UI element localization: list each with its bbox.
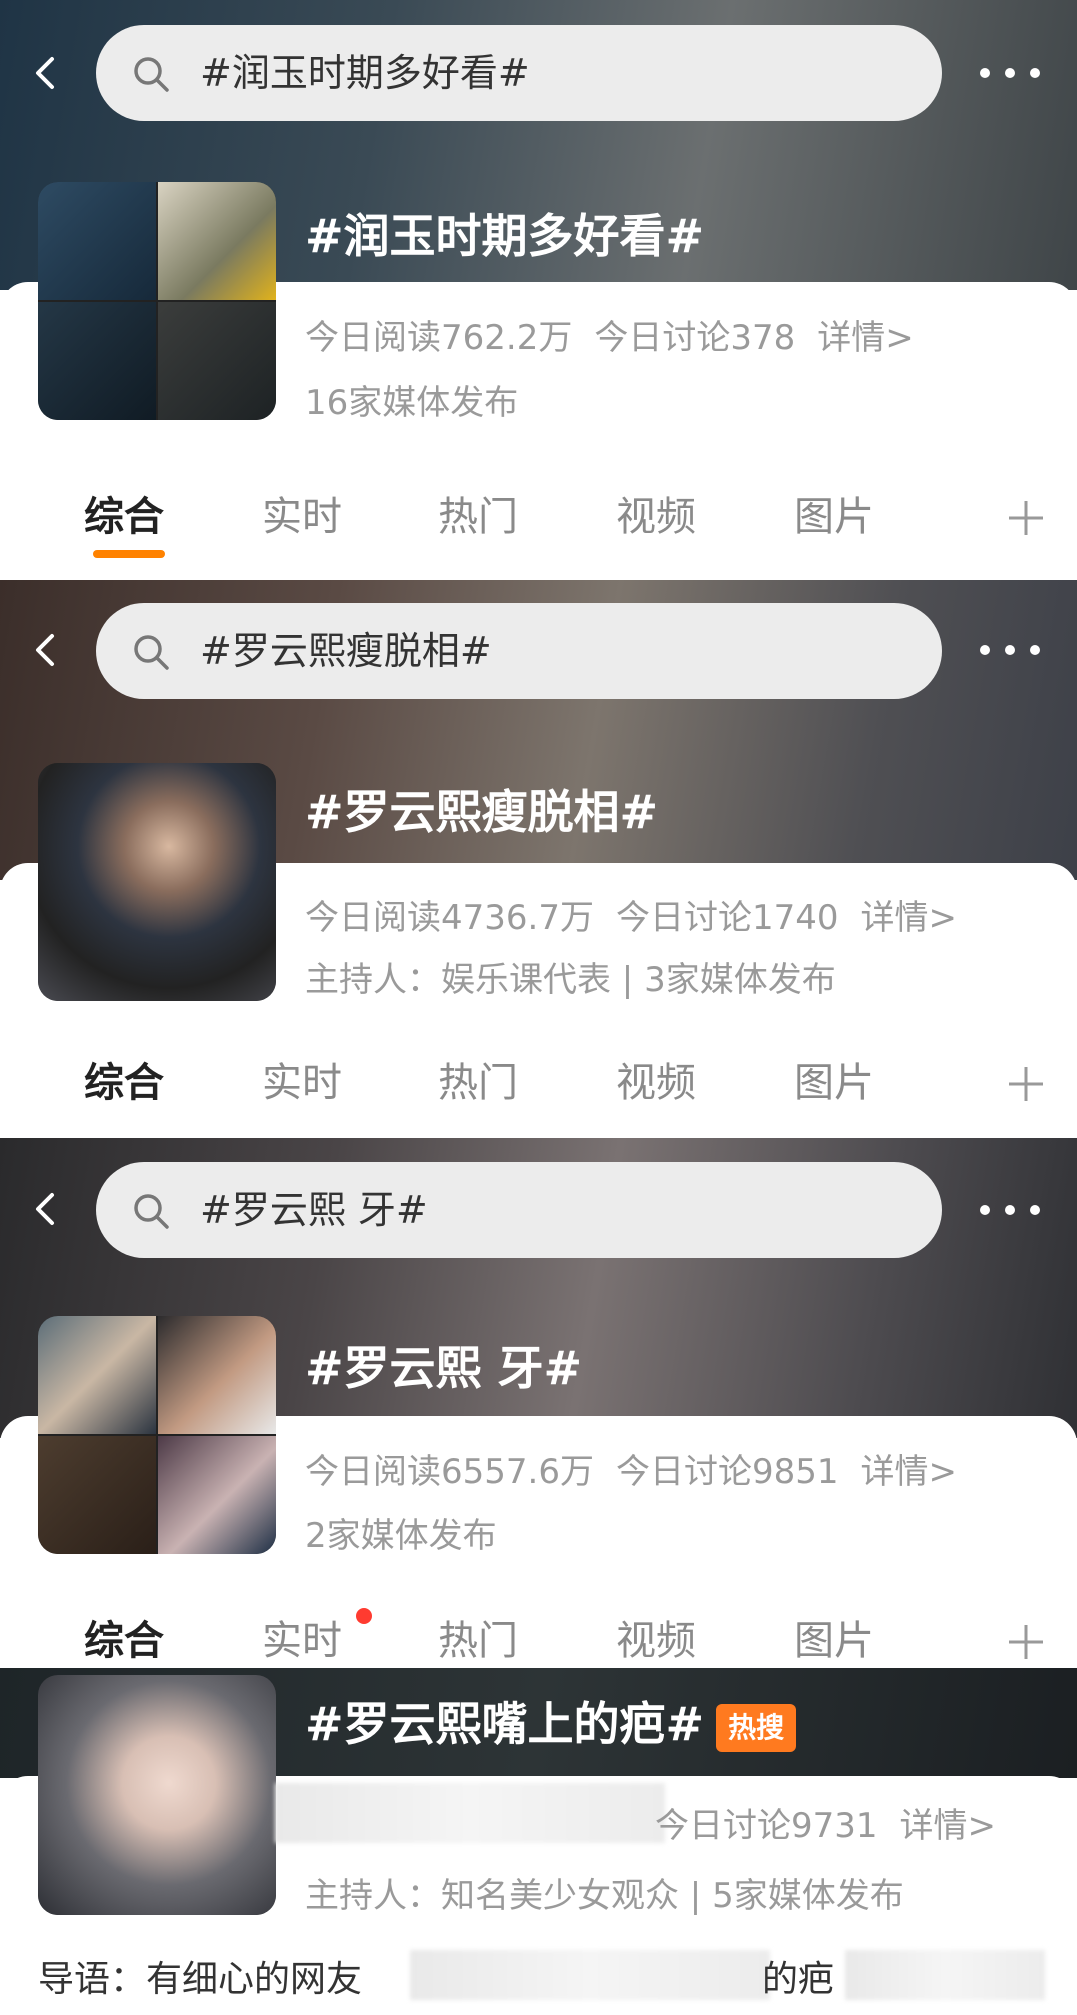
topic-thumbnail[interactable] [38, 1675, 276, 1915]
search-icon [134, 635, 169, 670]
thumb-image-1 [38, 1675, 276, 1915]
tab-hot[interactable]: 热门 [438, 1028, 518, 1138]
thumb-image-3 [38, 302, 156, 420]
host-media-info: 主持人：知名美少女观众 | 5家媒体发布 [305, 1876, 904, 1916]
topic-title-text: #罗云熙嘴上的疤# [305, 1697, 705, 1751]
search-input[interactable]: #罗云熙瘦脱相# [96, 603, 942, 699]
discussion-count: 今日讨论9851 [615, 1452, 839, 1492]
tab-hot[interactable]: 热门 [438, 462, 518, 572]
thumb-image-1 [38, 182, 156, 300]
search-query: #罗云熙 牙# [200, 1188, 428, 1232]
search-icon [134, 1194, 169, 1229]
media-info: 2家媒体发布 [305, 1516, 497, 1556]
plus-icon[interactable] [1007, 1065, 1045, 1103]
topic-title: #罗云熙嘴上的疤# 热搜 [305, 1688, 797, 1754]
topic-title: #罗云熙 牙# [305, 1341, 583, 1395]
tab-video[interactable]: 视频 [616, 1028, 696, 1138]
watermark-blur [845, 1950, 1045, 2000]
notification-dot [356, 1608, 372, 1624]
more-options-icon[interactable] [980, 640, 1050, 660]
back-arrow-icon[interactable] [28, 55, 64, 91]
media-info: 16家媒体发布 [305, 383, 519, 423]
tab-comprehensive[interactable]: 综合 [84, 1028, 164, 1138]
read-count: 今日阅读762.2万 [305, 318, 573, 358]
host-media-info: 主持人：娱乐课代表 | 3家媒体发布 [305, 960, 836, 1000]
hot-search-badge: 热搜 [716, 1703, 797, 1752]
thumb-image-4 [158, 302, 276, 420]
discussion-count: 今日讨论1740 [615, 898, 839, 938]
thumb-image-2 [158, 182, 276, 300]
search-icon [134, 57, 169, 92]
thumb-image-1 [38, 763, 276, 1001]
search-query: #罗云熙瘦脱相# [200, 629, 492, 673]
thumb-image-1 [38, 1316, 156, 1434]
back-arrow-icon[interactable] [28, 1191, 64, 1227]
detail-link[interactable]: 详情> [861, 1452, 958, 1492]
intro-text-end: 的疤 [762, 1959, 835, 2000]
topic-title: #罗云熙瘦脱相# [305, 785, 659, 839]
search-input[interactable]: #罗云熙 牙# [96, 1162, 942, 1258]
search-input[interactable]: #润玉时期多好看# [96, 25, 942, 121]
tab-hot[interactable]: 热门 [438, 1586, 518, 1668]
topic-stats: 今日阅读762.2万 今日讨论378 详情> [305, 310, 936, 359]
plus-icon[interactable] [1007, 1623, 1045, 1661]
tab-bar: 综合 实时 热门 视频 图片 [0, 1028, 1077, 1138]
topic-thumbnail[interactable] [38, 182, 276, 420]
topic-screen-1: #润玉时期多好看# #润玉时期多好看# 今日阅读762.2万 今日讨论378 详情>… [0, 0, 1077, 580]
topic-screen-2: #罗云熙瘦脱相# #罗云熙瘦脱相# 今日阅读4736.7万 今日讨论1740 详情>… [0, 580, 1077, 1138]
detail-link[interactable]: 详情> [900, 1806, 997, 1846]
topic-stats: 今日阅读6557.6万 今日讨论9851 详情> [305, 1444, 979, 1493]
topic-title: #润玉时期多好看# [305, 209, 705, 263]
back-arrow-icon[interactable] [28, 632, 64, 668]
tab-images[interactable]: 图片 [794, 1586, 874, 1668]
tab-video[interactable]: 视频 [616, 462, 696, 572]
more-options-icon[interactable] [980, 63, 1050, 83]
discussion-count: 今日讨论378 [594, 318, 796, 358]
topic-intro: 导语：有细心的网友 [38, 1950, 362, 2002]
tab-images[interactable]: 图片 [794, 1028, 874, 1138]
more-options-icon[interactable] [980, 1200, 1050, 1220]
tab-realtime[interactable]: 实时 [262, 462, 342, 572]
active-tab-indicator [93, 550, 165, 558]
intro-text-start: 导语：有细心的网友 [38, 1959, 363, 2000]
tab-bar: 综合 实时 热门 视频 图片 [0, 1586, 1077, 1668]
topic-thumbnail[interactable] [38, 1316, 276, 1554]
tab-realtime[interactable]: 实时 [262, 1028, 342, 1138]
plus-icon[interactable] [1007, 499, 1045, 537]
topic-thumbnail[interactable] [38, 763, 276, 1001]
topic-stats: 今日阅读4736.7万 今日讨论1740 详情> [305, 890, 979, 939]
blurred-intro-text [410, 1950, 770, 2000]
tab-comprehensive[interactable]: 综合 [84, 1586, 164, 1668]
thumb-image-3 [38, 1436, 156, 1554]
thumb-image-2 [158, 1316, 276, 1434]
blurred-read-count [275, 1783, 665, 1843]
tab-bar: 综合 实时 热门 视频 图片 [0, 462, 1077, 572]
topic-screen-3: #罗云熙 牙# #罗云熙 牙# 今日阅读6557.6万 今日讨论9851 详情> 2… [0, 1138, 1077, 1668]
tab-video[interactable]: 视频 [616, 1586, 696, 1668]
thumb-image-4 [158, 1436, 276, 1554]
topic-screen-4: #罗云熙嘴上的疤# 热搜 今日讨论9731 详情> 主持人：知名美少女观众 | 5家… [0, 1668, 1077, 2015]
discussion-count: 今日讨论9731 [655, 1806, 878, 1846]
detail-link[interactable]: 详情> [861, 898, 958, 938]
read-count: 今日阅读6557.6万 [305, 1452, 594, 1492]
topic-stats: 今日讨论9731 详情> [655, 1798, 1018, 1847]
tab-images[interactable]: 图片 [794, 462, 874, 572]
search-query: #润玉时期多好看# [200, 51, 530, 95]
topic-intro-end: 的疤 [762, 1950, 834, 2002]
detail-link[interactable]: 详情> [817, 318, 914, 358]
read-count: 今日阅读4736.7万 [305, 898, 594, 938]
tab-realtime[interactable]: 实时 [262, 1586, 342, 1668]
